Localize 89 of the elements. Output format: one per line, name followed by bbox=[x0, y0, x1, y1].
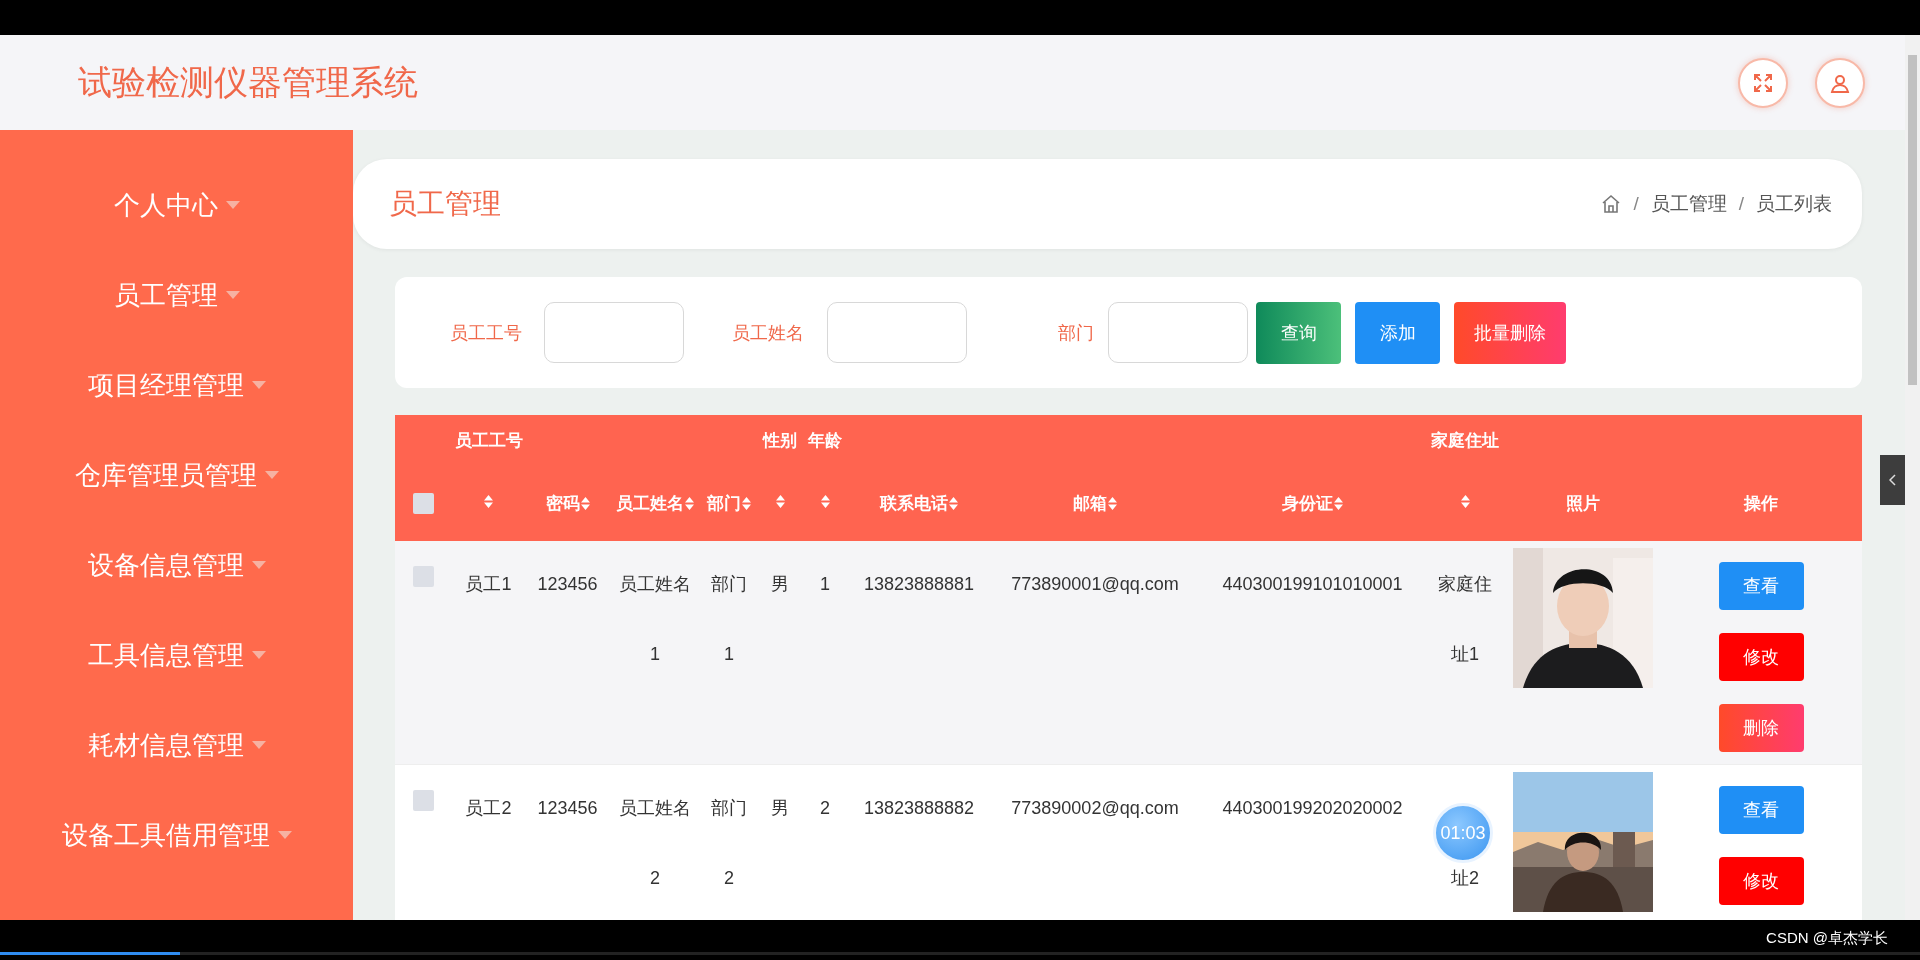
field-label: 员工姓名 bbox=[732, 321, 805, 345]
caret-icon bbox=[264, 471, 279, 479]
column-header: 家庭住址 bbox=[1431, 430, 1499, 450]
sidebar-item[interactable]: 设备工具借用管理 bbox=[0, 790, 353, 880]
table-cell-text: 123456 bbox=[537, 573, 598, 596]
sort-icon[interactable] bbox=[949, 496, 958, 510]
breadcrumb-link[interactable]: 员工列表 bbox=[1756, 191, 1832, 217]
sort-icon[interactable] bbox=[580, 496, 590, 510]
caret-icon bbox=[225, 291, 240, 299]
row-checkbox[interactable] bbox=[413, 565, 434, 587]
table-cell-text: 13823888881 bbox=[863, 573, 975, 596]
column-header: 邮箱 bbox=[1073, 492, 1107, 515]
caret-icon bbox=[251, 741, 266, 749]
row-checkbox[interactable] bbox=[413, 789, 434, 811]
table-cell-text: 部门1 bbox=[710, 573, 748, 666]
column-header: 员工姓名 bbox=[616, 492, 684, 515]
table-cell-text: 部门2 bbox=[710, 797, 748, 890]
sort-icon[interactable] bbox=[484, 495, 493, 508]
sidebar-item[interactable]: 仓库管理员管理 bbox=[0, 430, 353, 520]
column-header: 联系电话 bbox=[880, 492, 948, 515]
column-header: 照片 bbox=[1565, 492, 1600, 515]
table-cell-text: 1 bbox=[820, 573, 830, 596]
table-cell-text: 773890002@qq.com bbox=[1011, 797, 1179, 820]
table-cell-text: 440300199101010001 bbox=[1222, 573, 1403, 596]
caret-icon bbox=[251, 651, 266, 659]
search-field[interactable] bbox=[544, 302, 684, 363]
column-header: 年龄 bbox=[808, 430, 842, 450]
sort-icon[interactable] bbox=[820, 495, 830, 508]
add-button[interactable]: 添加 bbox=[1355, 301, 1440, 364]
credit-text: CSDN @卓杰学长 bbox=[1766, 929, 1888, 948]
table-cell-text: 2 bbox=[820, 797, 830, 820]
sidebar-item[interactable]: 项目经理管理 bbox=[0, 340, 353, 430]
select-all-checkbox[interactable] bbox=[413, 492, 434, 514]
collapse-tab[interactable] bbox=[1880, 455, 1905, 505]
breadcrumb-separator: / bbox=[1633, 193, 1639, 215]
user-button[interactable] bbox=[1815, 57, 1865, 108]
sort-icon[interactable] bbox=[775, 495, 785, 508]
table-cell-text: 773890001@qq.com bbox=[1011, 573, 1179, 596]
fullscreen-button[interactable] bbox=[1738, 57, 1788, 108]
table-cell-text: 男 bbox=[771, 797, 789, 820]
table-cell-text: 员工1 bbox=[465, 573, 512, 596]
table-cell-text: 440300199202020002 bbox=[1222, 797, 1403, 820]
scrollbar[interactable] bbox=[1905, 35, 1920, 920]
table-cell-text: 家庭住址1 bbox=[1437, 573, 1493, 666]
edit-button[interactable]: 修改 bbox=[1718, 857, 1804, 905]
caret-icon bbox=[225, 201, 240, 209]
table-cell-text: 员工姓名1 bbox=[618, 573, 692, 666]
edit-button[interactable]: 修改 bbox=[1718, 633, 1804, 681]
sort-icon[interactable] bbox=[1334, 496, 1343, 510]
sort-icon[interactable] bbox=[685, 496, 694, 510]
breadcrumb-link[interactable]: 员工管理 bbox=[1650, 191, 1727, 217]
home-icon[interactable] bbox=[1601, 194, 1622, 214]
breadcrumb-separator: / bbox=[1738, 193, 1744, 215]
app-title: 试验检测仪器管理系统 bbox=[78, 61, 418, 103]
table-cell-text: 13823888882 bbox=[863, 797, 975, 820]
column-header: 部门 bbox=[707, 492, 741, 515]
caret-icon bbox=[251, 561, 266, 569]
column-header: 身份证 bbox=[1282, 492, 1333, 515]
sort-icon[interactable] bbox=[1460, 495, 1470, 508]
sidebar-item[interactable]: 工具信息管理 bbox=[0, 610, 353, 700]
table-cell-text: 员工姓名2 bbox=[618, 797, 692, 890]
sort-icon[interactable] bbox=[742, 496, 751, 510]
video-progress-bar[interactable] bbox=[0, 952, 1920, 955]
table-cell-text: 男 bbox=[771, 573, 789, 596]
sidebar-item[interactable]: 设备信息管理 bbox=[0, 520, 353, 610]
column-header: 性别 bbox=[763, 430, 797, 450]
sidebar-item[interactable]: 耗材信息管理 bbox=[0, 700, 353, 790]
column-header: 操作 bbox=[1744, 492, 1778, 515]
search-button[interactable]: 查询 bbox=[1256, 301, 1341, 364]
view-button[interactable]: 查看 bbox=[1718, 786, 1804, 834]
caret-icon bbox=[251, 381, 266, 389]
field-label: 员工工号 bbox=[450, 321, 523, 345]
page-title: 员工管理 bbox=[389, 187, 501, 221]
view-button[interactable]: 查看 bbox=[1718, 562, 1804, 610]
chevron-left-icon bbox=[1888, 474, 1897, 486]
column-header: 员工工号 bbox=[454, 430, 523, 450]
delete-button[interactable]: 批量删除 bbox=[1454, 301, 1566, 364]
column-header: 密码 bbox=[545, 492, 580, 515]
caret-icon bbox=[277, 831, 292, 839]
table-cell-text: 员工2 bbox=[465, 797, 512, 820]
sidebar-item[interactable]: 员工管理 bbox=[0, 250, 353, 340]
table-cell-text: 123456 bbox=[537, 797, 598, 820]
field-label: 部门 bbox=[1057, 321, 1095, 345]
sort-icon[interactable] bbox=[1108, 496, 1117, 510]
search-field[interactable] bbox=[1108, 302, 1248, 363]
table-cell-text: 址2 bbox=[1451, 867, 1479, 890]
search-field[interactable] bbox=[827, 302, 967, 363]
sidebar-item[interactable]: 个人中心 bbox=[0, 160, 353, 250]
delete-button[interactable]: 删除 bbox=[1718, 704, 1804, 752]
